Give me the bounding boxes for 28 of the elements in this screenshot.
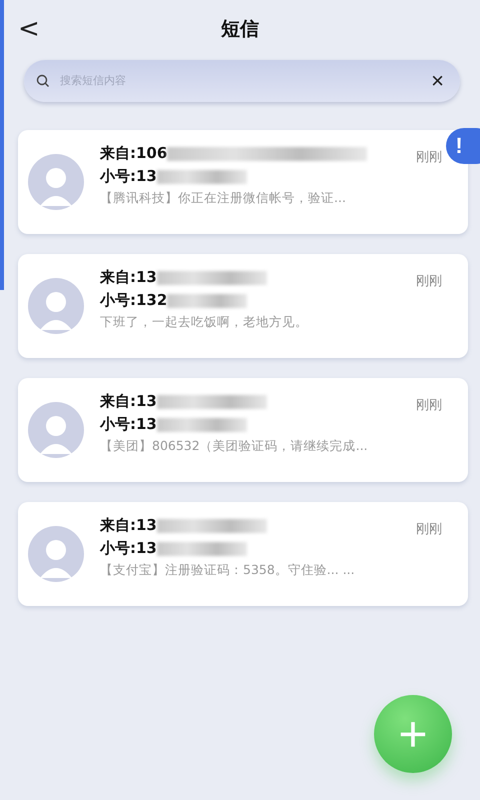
line-number-label: 小号:132 xyxy=(100,291,168,310)
message-time: 刚刚 xyxy=(416,149,442,166)
message-card[interactable]: 来自:13 小号:132 下班了，一起去吃饭啊，老地方见。 刚刚 xyxy=(18,254,468,358)
sender-label: 来自:106 xyxy=(100,144,168,163)
message-time: 刚刚 xyxy=(416,397,442,414)
avatar-icon xyxy=(28,154,84,210)
line-number-label: 小号:13 xyxy=(100,167,157,186)
sender-label: 来自:13 xyxy=(100,392,157,411)
message-preview: 下班了，一起去吃饭啊，老地方见。 xyxy=(100,314,309,331)
clear-button[interactable]: × xyxy=(427,68,448,94)
message-preview: 【腾讯科技】你正在注册微信帐号，验证... xyxy=(100,190,347,207)
message-card[interactable]: 来自:13 小号:13 【美团】806532（美团验证码，请继续完成... 刚刚 xyxy=(18,378,468,482)
message-card[interactable]: 来自:13 小号:13 【支付宝】注册验证码：5358。守住验... ... 刚刚 xyxy=(18,502,468,606)
line-number-label: 小号:13 xyxy=(100,415,157,434)
line-number-label: 小号:13 xyxy=(100,539,157,558)
avatar-icon xyxy=(28,402,84,458)
message-preview: 【支付宝】注册验证码：5358。守住验... ... xyxy=(100,562,356,579)
search-icon xyxy=(36,74,50,88)
avatar-icon xyxy=(28,526,84,582)
sender-label: 来自:13 xyxy=(100,268,157,287)
back-button[interactable]: < xyxy=(12,12,46,46)
message-preview: 【美团】806532（美团验证码，请继续完成... xyxy=(100,438,369,455)
avatar-icon xyxy=(28,278,84,334)
page-title: 短信 xyxy=(221,17,259,42)
message-time: 刚刚 xyxy=(416,273,442,290)
alert-badge[interactable]: ! xyxy=(446,128,480,164)
sender-label: 来自:13 xyxy=(100,516,157,535)
message-time: 刚刚 xyxy=(416,521,442,538)
